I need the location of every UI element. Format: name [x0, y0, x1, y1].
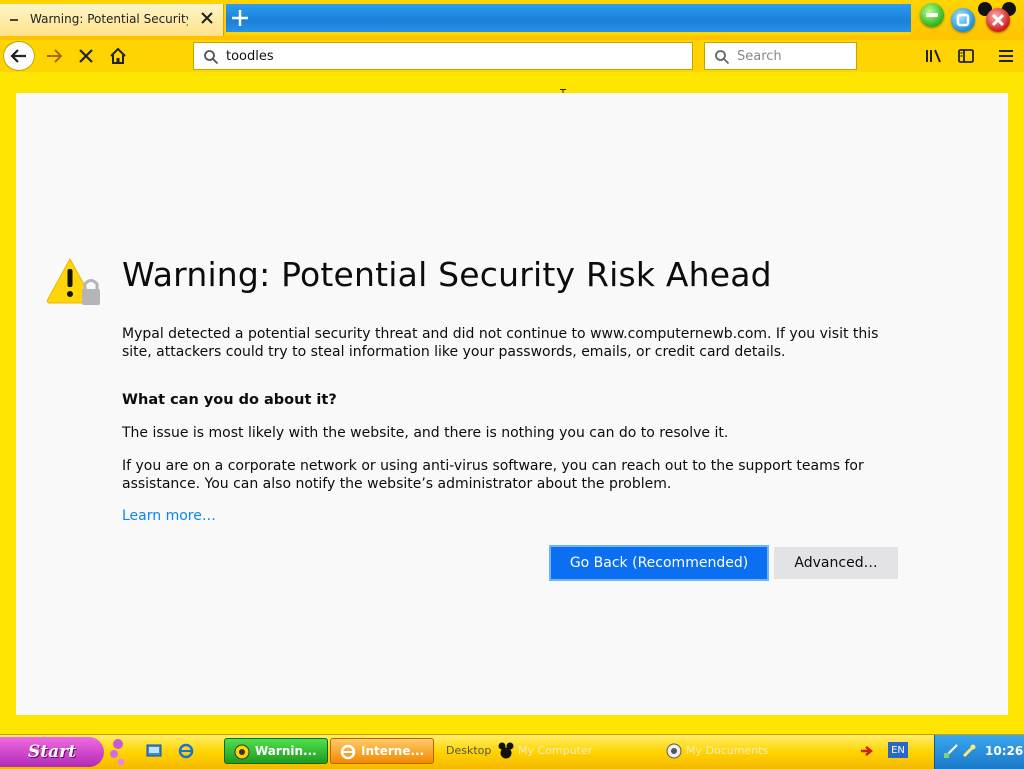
mypal-icon [234, 744, 250, 760]
mickey-icon [498, 742, 514, 759]
page-content: Warning: Potential Security Risk Ahead M… [16, 93, 1008, 715]
start-button[interactable]: Start [0, 737, 104, 767]
url-bar[interactable]: toodles [193, 42, 693, 70]
library-icon [926, 49, 941, 63]
red-arrow-icon[interactable] [860, 744, 874, 758]
sidebar-button[interactable] [954, 40, 978, 72]
internet-explorer-icon [340, 744, 356, 760]
taskbar-item-internet[interactable]: Interne... [330, 738, 434, 764]
warning-lock-icon [46, 257, 100, 305]
close-icon [991, 13, 1005, 27]
search-icon [715, 50, 730, 65]
new-tab-icon[interactable] [230, 8, 250, 28]
language-indicator[interactable]: EN [888, 742, 908, 758]
stop-button[interactable] [74, 40, 98, 72]
url-input[interactable]: toodles [226, 49, 274, 64]
sidebar-icon [958, 49, 974, 63]
close-tab-icon[interactable] [198, 9, 216, 27]
menu-button[interactable] [994, 40, 1018, 72]
my-documents-toolbar-label[interactable]: My Documents [686, 744, 768, 757]
taskbar-item-warning[interactable]: Warnin... [224, 738, 328, 764]
taskbar-item-label: Interne... [361, 744, 425, 758]
desktop-toolbar-label[interactable]: Desktop [446, 744, 491, 757]
maximize-button[interactable] [951, 8, 975, 32]
folder-icon [666, 743, 682, 759]
search-bar[interactable]: Search [704, 42, 857, 70]
intro-text: Mypal detected a potential security thre… [122, 326, 879, 360]
system-tray: 10:26 [934, 735, 1024, 769]
internet-explorer-icon[interactable] [178, 743, 194, 759]
search-icon [204, 50, 219, 65]
tools-icon[interactable] [961, 743, 977, 759]
go-back-button[interactable]: Go Back (Recommended) [549, 545, 769, 581]
bubbles-icon [110, 739, 125, 766]
tab-warning[interactable]: Warning: Potential Security R [0, 4, 224, 36]
home-button[interactable] [106, 40, 130, 72]
tab-bar-background [226, 4, 911, 35]
issue-text: The issue is most likely with the websit… [122, 425, 729, 441]
library-button[interactable] [922, 40, 946, 72]
network-icon[interactable] [943, 743, 959, 759]
learn-more-link[interactable]: Learn more… [122, 508, 216, 524]
back-button[interactable] [3, 41, 35, 71]
hamburger-menu-icon [999, 50, 1013, 62]
close-window-button[interactable] [986, 8, 1010, 32]
taskbar: Start Warnin... Interne... Desktop My Co… [0, 734, 1024, 769]
forward-button[interactable] [42, 40, 66, 72]
minimize-icon [926, 13, 938, 17]
advanced-button[interactable]: Advanced… [774, 547, 898, 579]
what-can-you-do-heading: What can you do about it? [122, 392, 337, 408]
corporate-network-text: If you are on a corporate network or usi… [122, 458, 864, 492]
navigation-toolbar: toodles Search [0, 40, 1024, 105]
minimize-button[interactable] [920, 3, 944, 27]
home-icon [110, 47, 126, 64]
back-arrow-icon [10, 49, 26, 63]
taskbar-item-label: Warnin... [255, 744, 317, 758]
page-title: Warning: Potential Security Risk Ahead [122, 255, 772, 294]
show-desktop-icon[interactable] [146, 743, 162, 759]
maximize-icon [956, 13, 970, 27]
my-computer-toolbar-label[interactable]: My Computer [518, 744, 592, 757]
tab-title: Warning: Potential Security R [30, 12, 188, 26]
loading-icon [10, 19, 18, 21]
forward-arrow-icon [47, 49, 63, 63]
stop-icon [79, 49, 93, 63]
search-input[interactable]: Search [737, 49, 782, 64]
tab-strip: Warning: Potential Security R [0, 0, 1024, 40]
clock: 10:26 [985, 744, 1024, 758]
